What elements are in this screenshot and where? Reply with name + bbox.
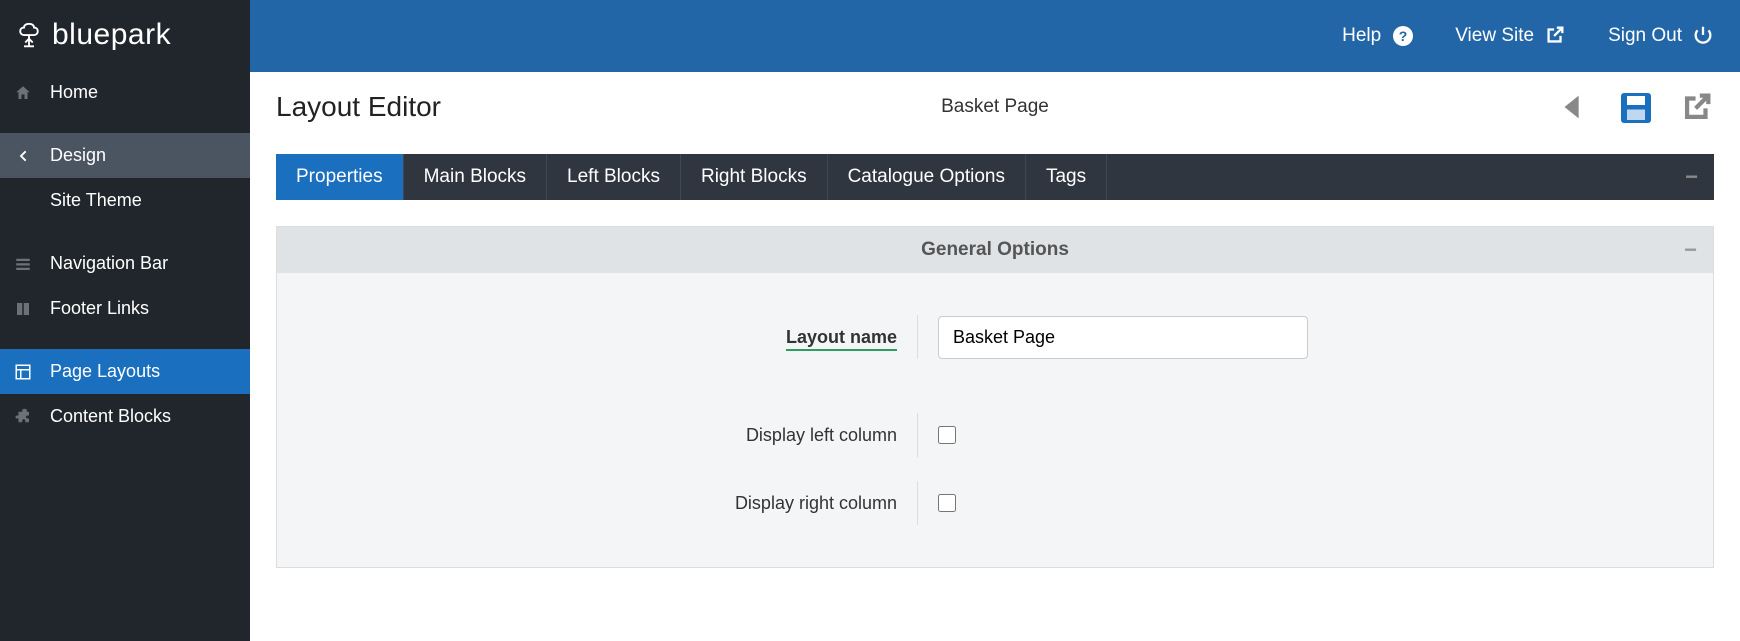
sidebar-item-label: Home — [50, 82, 98, 103]
minus-icon: − — [1685, 164, 1698, 190]
bars-icon — [14, 255, 32, 273]
blank-icon — [14, 192, 32, 210]
sidebar-item-design[interactable]: Design — [0, 133, 250, 178]
tab-collapse-all[interactable]: − — [1107, 154, 1714, 200]
help-icon: ? — [1391, 24, 1415, 48]
tab-tags[interactable]: Tags — [1026, 154, 1107, 200]
sidebar-item-label: Footer Links — [50, 298, 149, 319]
general-options-panel: General Options − Layout name Display le… — [276, 226, 1714, 568]
sidebar-item-footer-links[interactable]: Footer Links — [0, 286, 250, 331]
tab-right-blocks[interactable]: Right Blocks — [681, 154, 828, 200]
layout-icon — [14, 363, 32, 381]
tabs: Properties Main Blocks Left Blocks Right… — [276, 154, 1714, 200]
sidebar-item-label: Design — [50, 145, 106, 166]
help-link[interactable]: Help ? — [1342, 24, 1415, 48]
open-external-button[interactable] — [1680, 90, 1714, 124]
panel-title: General Options — [921, 239, 1069, 261]
view-site-label: View Site — [1455, 25, 1534, 47]
display-right-checkbox[interactable] — [938, 494, 956, 512]
power-icon — [1692, 24, 1716, 48]
puzzle-icon — [14, 408, 32, 426]
tab-properties[interactable]: Properties — [276, 154, 404, 200]
help-label: Help — [1342, 25, 1381, 47]
sidebar-item-home[interactable]: Home — [0, 70, 250, 115]
topbar: Help ? View Site Sign Out — [250, 0, 1740, 72]
tab-main-blocks[interactable]: Main Blocks — [404, 154, 547, 200]
page-title: Layout Editor — [276, 91, 441, 123]
home-icon — [14, 84, 32, 102]
minus-icon: − — [1684, 237, 1697, 263]
external-link-icon — [1544, 24, 1568, 48]
sign-out-link[interactable]: Sign Out — [1608, 24, 1716, 48]
sidebar-item-label: Page Layouts — [50, 361, 160, 382]
panel-header[interactable]: General Options − — [277, 227, 1713, 273]
main-content: Help ? View Site Sign Out Layout Editor — [250, 0, 1740, 641]
display-right-label: Display right column — [297, 493, 917, 514]
sidebar-item-page-layouts[interactable]: Page Layouts — [0, 349, 250, 394]
sidebar-item-navigation-bar[interactable]: Navigation Bar — [0, 241, 250, 286]
brand-logo: bluepark — [0, 0, 250, 70]
sidebar: bluepark Home Design Site Theme Navigati… — [0, 0, 250, 641]
view-site-link[interactable]: View Site — [1455, 24, 1568, 48]
tree-icon — [14, 20, 44, 50]
display-left-label: Display left column — [297, 425, 917, 446]
sidebar-item-label: Navigation Bar — [50, 253, 168, 274]
columns-icon — [14, 300, 32, 318]
tab-catalogue-options[interactable]: Catalogue Options — [828, 154, 1026, 200]
sidebar-item-content-blocks[interactable]: Content Blocks — [0, 394, 250, 439]
sign-out-label: Sign Out — [1608, 25, 1682, 47]
layout-name-input[interactable] — [938, 316, 1308, 359]
save-button[interactable] — [1618, 90, 1652, 124]
back-button[interactable] — [1556, 90, 1590, 124]
page-header: Layout Editor Basket Page — [250, 72, 1740, 154]
tab-left-blocks[interactable]: Left Blocks — [547, 154, 681, 200]
brand-name: bluepark — [52, 18, 171, 52]
divider — [917, 413, 918, 457]
chevron-left-icon — [14, 147, 32, 165]
page-subtitle: Basket Page — [941, 96, 1049, 118]
sidebar-item-label: Site Theme — [50, 190, 142, 211]
panel-body: Layout name Display left column Display … — [277, 273, 1713, 567]
display-left-checkbox[interactable] — [938, 426, 956, 444]
layout-name-label: Layout name — [297, 327, 917, 348]
divider — [917, 481, 918, 525]
sidebar-item-site-theme[interactable]: Site Theme — [0, 178, 250, 223]
sidebar-item-label: Content Blocks — [50, 406, 171, 427]
svg-text:?: ? — [1399, 28, 1408, 44]
divider — [917, 315, 918, 359]
